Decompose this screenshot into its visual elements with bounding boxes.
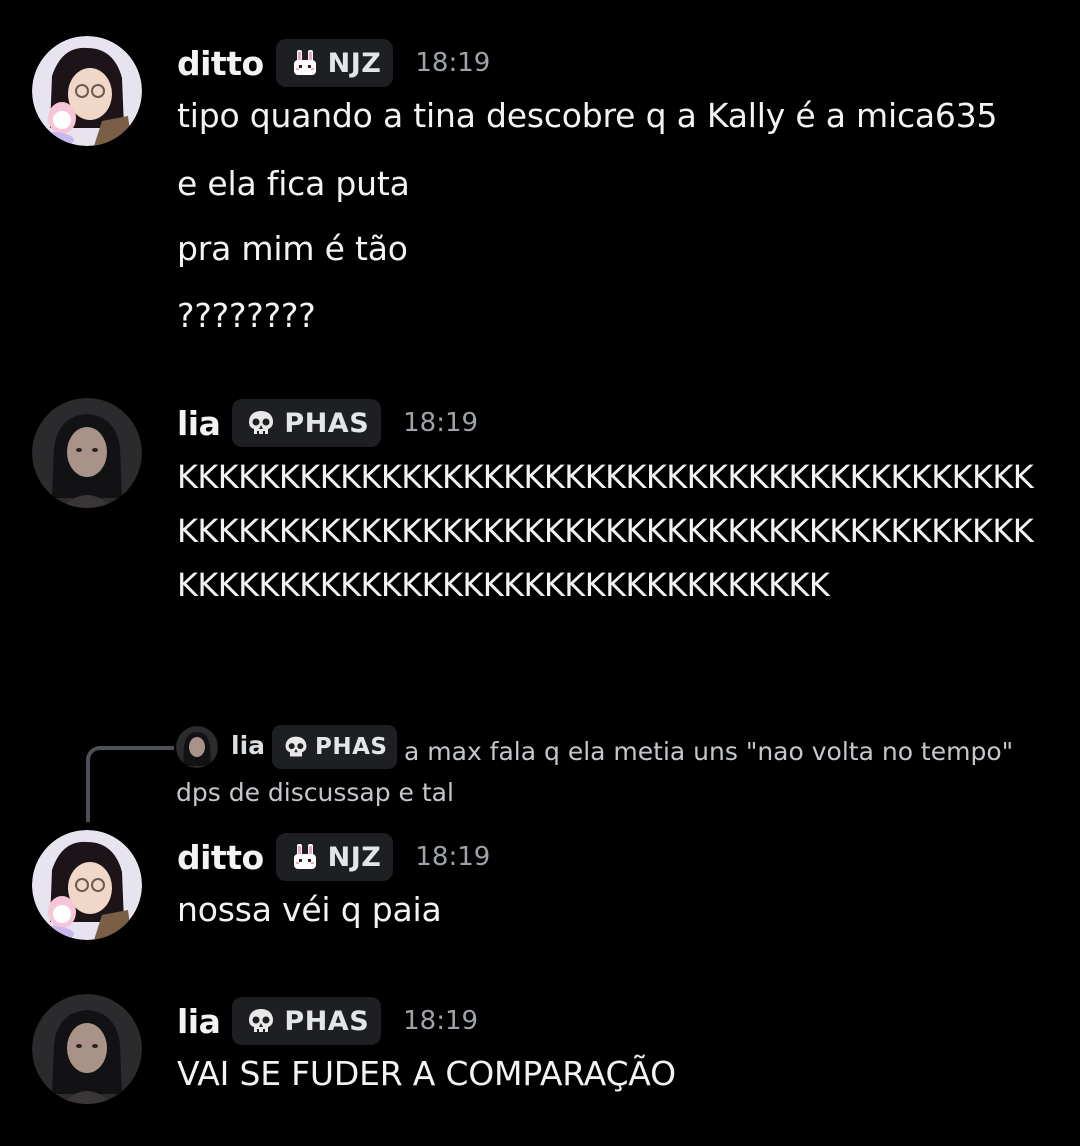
bunny-icon xyxy=(288,46,322,80)
message-text: e ela fica puta xyxy=(177,164,410,203)
server-tag[interactable]: NJZ xyxy=(275,39,394,87)
server-tag[interactable]: NJZ xyxy=(275,833,394,881)
tag-label: PHAS xyxy=(284,1005,370,1037)
message-text: tipo quando a tina descobre q a Kally é … xyxy=(177,96,998,135)
server-tag[interactable]: PHAS xyxy=(232,399,382,447)
timestamp: 18:19 xyxy=(415,48,491,78)
message-text: pra mim é tão xyxy=(177,229,408,268)
message-text: ???????? xyxy=(177,296,316,335)
message-text: KKKKKKKKKKKKKKKKKKKKKKKKKKKKKKKKKKKKKKKK… xyxy=(177,458,1034,604)
timestamp: 18:19 xyxy=(403,408,479,438)
avatar-lia[interactable] xyxy=(32,994,142,1104)
message-text: nossa véi q paia xyxy=(177,890,442,929)
tag-label: PHAS xyxy=(315,734,388,760)
message-header: ditto NJZ 18:19 xyxy=(177,38,490,88)
bunny-icon xyxy=(288,840,322,874)
reply-server-tag[interactable]: PHAS xyxy=(272,725,398,769)
server-tag[interactable]: PHAS xyxy=(232,997,382,1045)
reply-username[interactable]: lia xyxy=(231,731,265,760)
message-header: lia PHAS 18:19 xyxy=(177,996,478,1046)
reply-connector xyxy=(86,746,174,822)
message-text: VAI SE FUDER A COMPARAÇÃO xyxy=(177,1054,676,1093)
message-header: lia PHAS 18:19 xyxy=(177,398,478,448)
tag-label: PHAS xyxy=(284,407,370,439)
message-header: ditto NJZ 18:19 xyxy=(177,832,490,882)
avatar-ditto[interactable] xyxy=(32,830,142,940)
tag-label: NJZ xyxy=(327,841,382,873)
timestamp: 18:19 xyxy=(403,1006,479,1036)
username[interactable]: ditto xyxy=(177,44,264,83)
skull-icon xyxy=(244,406,278,440)
username[interactable]: lia xyxy=(177,1002,221,1041)
skull-icon xyxy=(244,1004,278,1038)
username[interactable]: lia xyxy=(177,404,221,443)
avatar-lia[interactable] xyxy=(32,398,142,508)
skull-icon xyxy=(282,733,310,761)
username[interactable]: ditto xyxy=(177,838,264,877)
tag-label: NJZ xyxy=(327,47,382,79)
avatar-ditto[interactable] xyxy=(32,36,142,146)
timestamp: 18:19 xyxy=(415,842,491,872)
